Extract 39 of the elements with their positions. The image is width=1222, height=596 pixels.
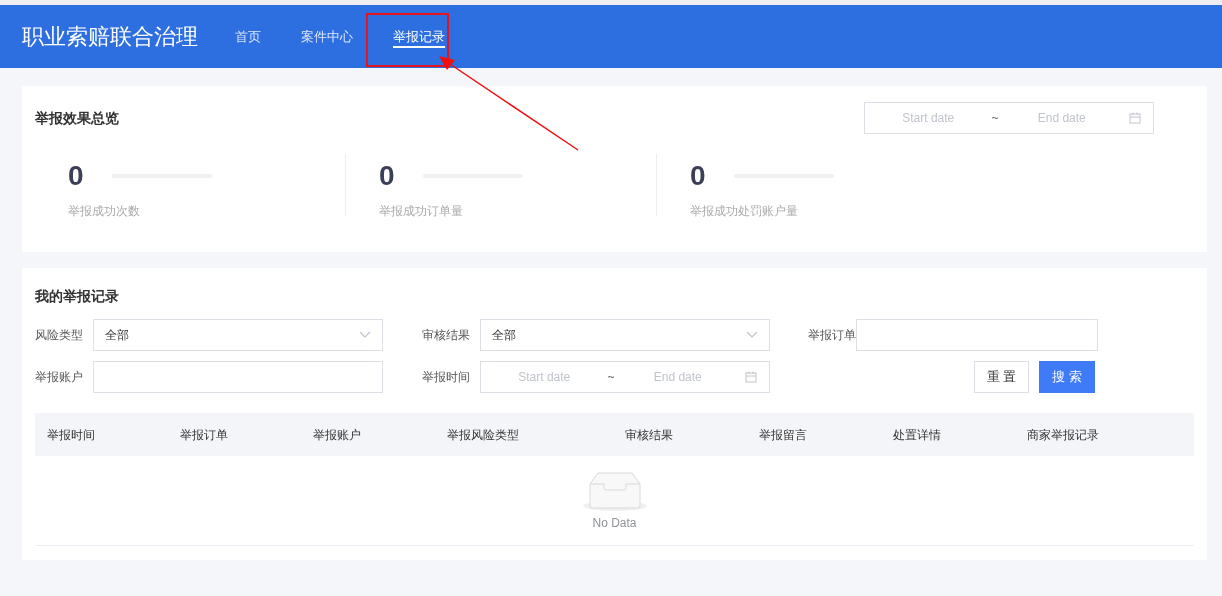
nav-tab[interactable]: 案件中心 <box>281 5 373 68</box>
stat-value: 0 <box>379 162 396 190</box>
stat-label: 举报成功处罚账户量 <box>690 203 799 220</box>
column-header: 举报时间 <box>47 427 95 442</box>
calendar-icon <box>1129 112 1141 124</box>
reset-button[interactable]: 重 置 <box>973 361 1030 393</box>
section-title: 举报效果总览 <box>35 108 119 128</box>
calendar-icon <box>745 371 757 383</box>
select-field[interactable]: 全部 <box>480 319 770 351</box>
date-range-field[interactable]: Start date ~ End date <box>864 102 1154 134</box>
chevron-down-icon <box>359 331 371 339</box>
column-header: 举报留言 <box>759 427 807 442</box>
field-label: 举报账户 <box>35 369 84 386</box>
column-header: 处置详情 <box>893 427 941 442</box>
stat-label: 举报成功次数 <box>68 203 141 220</box>
nav-tab[interactable]: 首页 <box>215 5 281 68</box>
field-label: 举报订单 <box>808 327 856 344</box>
column-header: 举报账户 <box>313 427 361 442</box>
select-field[interactable]: 全部 <box>93 319 383 351</box>
empty-tray-icon <box>581 470 648 512</box>
field-label: 审核结果 <box>422 327 471 344</box>
date-range-field[interactable]: Start date ~ End date <box>480 361 770 393</box>
app-title: 职业索赔联合治理 <box>22 23 198 51</box>
search-button[interactable]: 搜 索 <box>1039 361 1095 393</box>
empty-text: No Data <box>592 515 637 532</box>
input-field[interactable] <box>93 361 383 393</box>
column-header: 举报订单 <box>180 427 228 442</box>
column-header: 审核结果 <box>625 427 673 442</box>
stat-value: 0 <box>68 162 85 190</box>
stat-label: 举报成功订单量 <box>379 203 464 220</box>
input-field[interactable] <box>856 319 1098 351</box>
field-label: 举报时间 <box>422 369 471 386</box>
nav-tab[interactable]: 举报记录 <box>373 5 465 68</box>
stat-value: 0 <box>690 162 707 190</box>
field-label: 风险类型 <box>35 327 84 344</box>
chevron-down-icon <box>746 331 758 339</box>
section-title: 我的举报记录 <box>35 287 120 306</box>
column-header: 举报风险类型 <box>447 427 519 442</box>
column-header: 商家举报记录 <box>1027 427 1099 442</box>
